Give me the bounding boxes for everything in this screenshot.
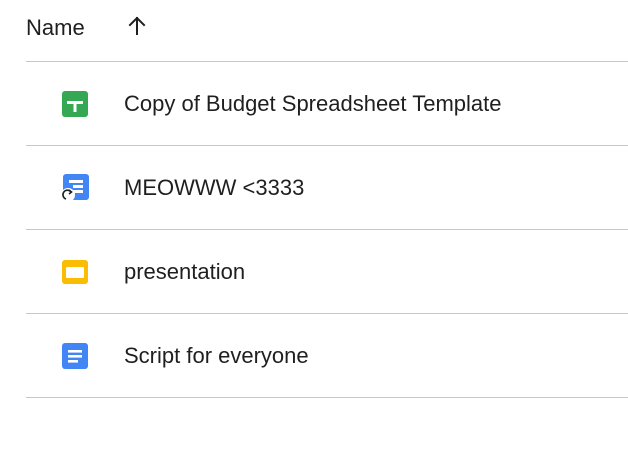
file-row-docs[interactable]: Script for everyone [26, 314, 628, 398]
forms-shortcut-icon [60, 173, 90, 203]
file-list: Name Copy of Budget Spreadsheet Template [26, 0, 628, 398]
arrow-up-icon[interactable] [125, 14, 149, 38]
file-name: presentation [124, 258, 246, 284]
file-row-slides[interactable]: presentation [26, 230, 628, 314]
file-name: Script for everyone [124, 342, 309, 368]
file-name: Copy of Budget Spreadsheet Template [124, 90, 502, 116]
docs-icon [60, 341, 90, 371]
list-header: Name [26, 0, 628, 62]
file-row-forms-shortcut[interactable]: MEOWWW <3333 [26, 146, 628, 230]
file-row-sheets[interactable]: Copy of Budget Spreadsheet Template [26, 62, 628, 146]
sheets-icon [60, 89, 90, 119]
sort-by-name-header[interactable]: Name [26, 15, 85, 41]
file-name: MEOWWW <3333 [124, 174, 305, 200]
slides-icon [60, 257, 90, 287]
